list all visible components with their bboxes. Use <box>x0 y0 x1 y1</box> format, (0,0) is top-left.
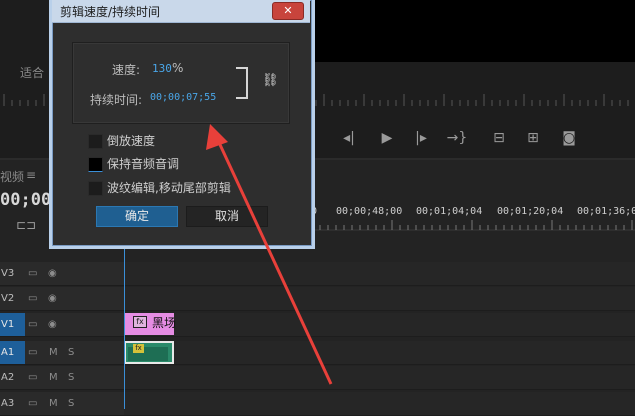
panel-menu-icon[interactable]: ≡ <box>26 168 36 182</box>
track-target-v3[interactable]: V3 <box>0 262 25 285</box>
eye-icon[interactable]: ◉ <box>48 262 57 285</box>
fx-badge: fx <box>133 316 147 328</box>
sync-lock-icon[interactable]: ▭ <box>28 366 37 389</box>
step-forward-icon[interactable]: |▸ <box>410 128 432 148</box>
sequence-tab-label[interactable]: 视频 <box>0 168 24 185</box>
close-button[interactable]: ✕ <box>272 2 304 20</box>
speed-label: 速度: <box>112 63 141 77</box>
program-monitor-video <box>312 0 635 62</box>
speed-value-field[interactable]: 130 <box>152 62 172 75</box>
ripple-edit-label[interactable]: 波纹编辑,移动尾部剪辑 <box>107 179 231 196</box>
sync-lock-icon[interactable]: ▭ <box>28 313 37 336</box>
duration-label: 持续时间: <box>90 93 143 107</box>
mute-button[interactable]: M <box>49 392 58 415</box>
eye-icon[interactable]: ◉ <box>48 313 57 336</box>
sync-lock-icon[interactable]: ▭ <box>28 287 37 310</box>
chain-link-icon[interactable]: ⛓ <box>262 73 279 88</box>
fx-badge: fx <box>133 344 144 353</box>
sync-lock-icon[interactable]: ▭ <box>28 262 37 285</box>
track-lane-v1[interactable] <box>124 313 635 337</box>
mute-button[interactable]: M <box>49 341 58 364</box>
solo-button[interactable]: S <box>68 366 74 389</box>
step-back-icon[interactable]: ◂| <box>338 128 360 148</box>
track-lane-v3[interactable] <box>124 262 635 286</box>
close-icon: ✕ <box>283 4 293 17</box>
cancel-button[interactable]: 取消 <box>186 206 268 227</box>
sync-lock-icon[interactable]: ▭ <box>28 341 37 364</box>
track-lane-a1[interactable] <box>124 341 635 365</box>
track-target-v1[interactable]: V1 <box>0 313 25 336</box>
ruler-label: 00;00;48;00 <box>336 206 403 217</box>
track-target-a1[interactable]: A1 <box>0 341 25 364</box>
maintain-audio-pitch-checkbox[interactable] <box>88 157 103 172</box>
ruler-label: 00;01;20;04 <box>497 206 564 217</box>
speed-unit: % <box>172 61 184 75</box>
solo-button[interactable]: S <box>68 392 74 415</box>
snap-icon[interactable]: ⊏⊐ <box>16 218 36 232</box>
solo-button[interactable]: S <box>68 341 74 364</box>
ripple-edit-checkbox[interactable] <box>88 181 103 196</box>
mute-button[interactable]: M <box>49 366 58 389</box>
reverse-speed-checkbox[interactable] <box>88 134 103 149</box>
lift-icon[interactable]: ⊟ <box>488 128 510 148</box>
ok-button[interactable]: 确定 <box>96 206 178 227</box>
playhead-line[interactable] <box>124 244 125 409</box>
sync-lock-icon[interactable]: ▭ <box>28 392 37 415</box>
speed-duration-group <box>72 42 290 124</box>
link-bracket <box>236 67 248 99</box>
go-to-out-icon[interactable]: →} <box>446 128 468 148</box>
track-lane-v2[interactable] <box>124 287 635 311</box>
export-frame-icon[interactable]: ◙ <box>558 128 580 148</box>
ruler-label: 00;01;04;04 <box>416 206 483 217</box>
track-lane-a3[interactable] <box>124 392 635 416</box>
duration-value-field[interactable]: 00;00;07;55 <box>150 92 216 103</box>
track-target-a2[interactable]: A2 <box>0 366 25 389</box>
track-lane-a2[interactable] <box>124 366 635 390</box>
eye-icon[interactable]: ◉ <box>48 287 57 310</box>
reverse-speed-label[interactable]: 倒放速度 <box>107 132 155 149</box>
dialog-title: 剪辑速度/持续时间 <box>60 5 161 19</box>
track-target-a3[interactable]: A3 <box>0 392 25 415</box>
timeline-timecode[interactable]: 00;00 <box>0 190 51 210</box>
ruler-label: 00;01;36;0 <box>577 206 635 217</box>
play-icon[interactable]: ▶ <box>376 128 398 148</box>
maintain-audio-pitch-label[interactable]: 保持音频音调 <box>107 155 179 172</box>
clip-label: 黑场 <box>152 316 177 330</box>
track-target-v2[interactable]: V2 <box>0 287 25 310</box>
extract-icon[interactable]: ⊞ <box>522 128 544 148</box>
